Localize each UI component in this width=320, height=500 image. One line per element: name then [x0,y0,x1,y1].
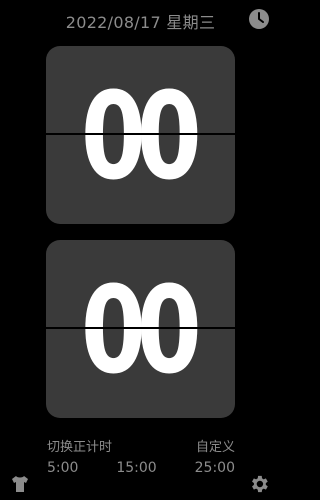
preset-25min-button[interactable]: 25:00 [195,460,235,476]
preset-5min-button[interactable]: 5:00 [47,460,78,476]
custom-button[interactable]: 自定义 [196,436,235,455]
settings-button[interactable] [248,473,270,495]
date-label: 2022/08/17 星期三 [65,13,216,32]
clock-button[interactable] [248,8,270,30]
switch-countup-button[interactable]: 切换正计时 [47,436,112,455]
top-digits: 00 [80,67,202,207]
flip-card-bottom: 00 [46,240,235,418]
flip-split-line [46,327,235,329]
theme-button[interactable] [10,474,30,494]
flip-split-line [46,133,235,135]
flip-card-top: 00 [46,46,235,224]
preset-15min-button[interactable]: 15:00 [116,460,156,476]
bottom-digits: 00 [80,261,202,401]
clock-icon [249,9,269,29]
shirt-icon [12,476,28,492]
gear-icon [252,475,268,493]
